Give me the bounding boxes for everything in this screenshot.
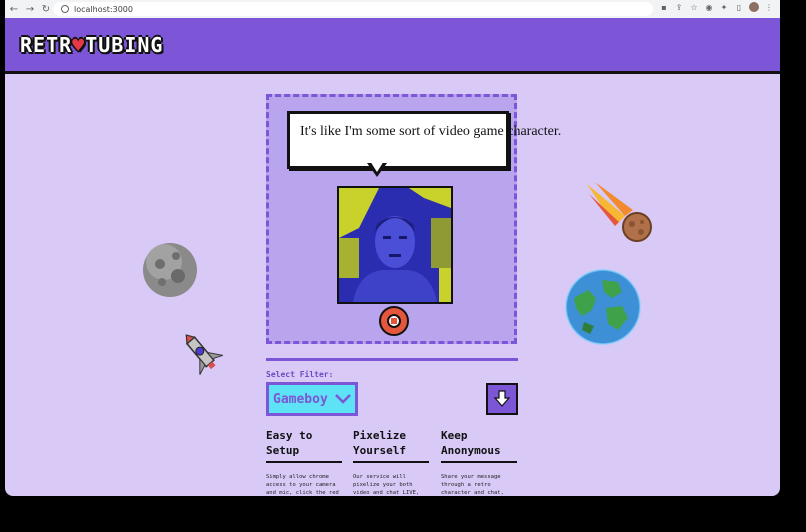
site-header: RETR♥TUBING <box>5 18 780 74</box>
record-button[interactable] <box>379 306 409 336</box>
feature-pixelize: Pixelize Yourself Our service will pixel… <box>353 428 429 496</box>
menu-icon[interactable]: ⋮ <box>764 2 774 12</box>
feature-text: Share your message through a retro chara… <box>441 474 504 496</box>
record-icon-core <box>391 318 397 324</box>
forward-icon[interactable]: → <box>23 2 37 16</box>
reload-icon[interactable]: ↻ <box>39 2 53 16</box>
feature-title: Keep Anonymous <box>441 428 517 463</box>
arrow-down-icon <box>493 390 511 407</box>
meteor-sprite <box>587 182 652 242</box>
logo-text-right: TUBING <box>85 33 164 57</box>
sidepanel-icon[interactable]: ▯ <box>734 2 744 12</box>
webcam-preview <box>337 186 453 304</box>
heart-icon: ♥ <box>72 33 86 57</box>
speech-bubble: It's like I'm some sort of video game ch… <box>287 111 561 169</box>
browser-actions: ▪ ⇪ ☆ ◉ ✦ ▯ ⋮ <box>659 2 774 12</box>
address-text: localhost:3000 <box>74 4 133 14</box>
speech-bubble-tail-fill <box>370 161 384 172</box>
download-button[interactable] <box>486 383 518 415</box>
feature-text: Our service will pixelize your both vide… <box>353 474 420 496</box>
back-icon[interactable]: ← <box>7 2 21 16</box>
profile-avatar[interactable] <box>749 2 759 12</box>
feature-anonymous: Keep Anonymous Share your message throug… <box>441 428 517 496</box>
speech-caption: It's like I'm some sort of video game ch… <box>300 124 562 139</box>
address-bar[interactable]: localhost:3000 <box>53 2 653 16</box>
site-logo[interactable]: RETR♥TUBING <box>20 33 163 57</box>
webcam-feed-image <box>339 188 451 302</box>
star-icon[interactable]: ☆ <box>689 2 699 12</box>
filter-select[interactable]: Gameboy <box>266 382 358 416</box>
rocket-sprite <box>185 334 224 375</box>
info-icon[interactable] <box>61 5 69 13</box>
puzzle-icon[interactable]: ✦ <box>719 2 729 12</box>
video-stage: It's like I'm some sort of video game ch… <box>266 94 561 344</box>
feature-title: Pixelize Yourself <box>353 428 429 463</box>
chevron-down-icon <box>335 394 351 404</box>
filter-selected-value: Gameboy <box>273 391 328 407</box>
logo-text-left: RETR <box>20 33 73 57</box>
filter-label: Select Filter: <box>266 370 334 379</box>
record-icon <box>387 314 401 328</box>
section-divider <box>266 358 518 361</box>
camera-icon[interactable]: ▪ <box>659 2 669 12</box>
feature-title: Easy to Setup <box>266 428 342 463</box>
browser-window: ← → ↻ localhost:3000 ▪ ⇪ ☆ ◉ ✦ ▯ ⋮ RETR♥… <box>5 0 780 496</box>
browser-toolbar: ← → ↻ localhost:3000 ▪ ⇪ ☆ ◉ ✦ ▯ ⋮ <box>5 0 780 18</box>
earth-sprite <box>565 269 641 345</box>
moon-sprite <box>143 243 197 297</box>
feature-easy-setup: Easy to Setup Simply allow chrome access… <box>266 428 342 496</box>
share-icon[interactable]: ⇪ <box>674 2 684 12</box>
feature-text: Simply allow chrome access to your camer… <box>266 474 339 496</box>
extension-icon[interactable]: ◉ <box>704 2 714 12</box>
